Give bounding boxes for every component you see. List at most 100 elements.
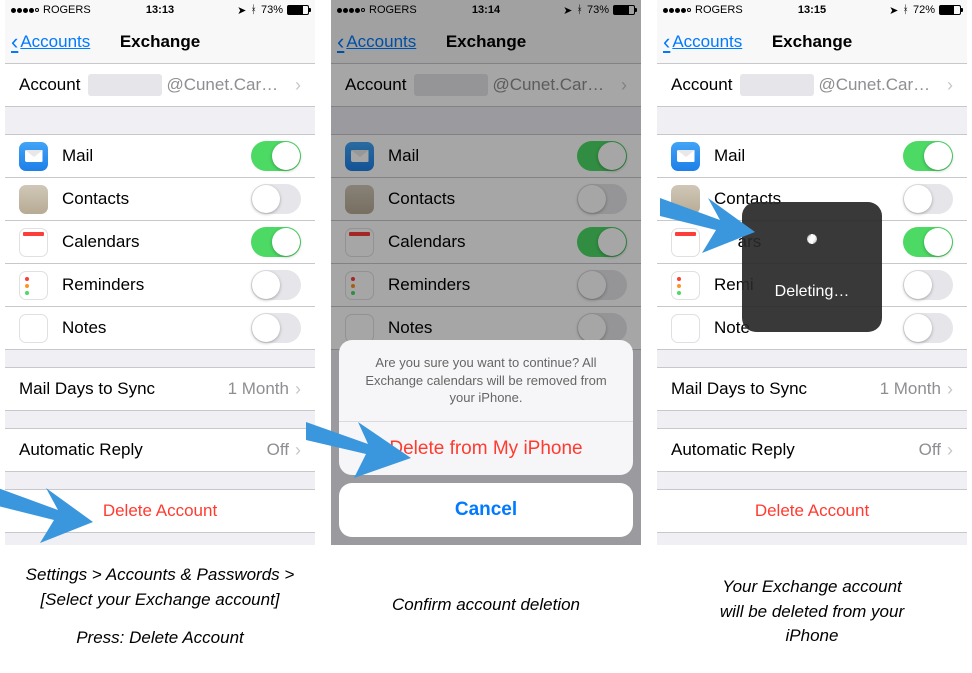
reminders-toggle[interactable] <box>903 270 953 300</box>
chevron-right-icon: › <box>295 75 301 96</box>
toggle-row-reminders: Reminders <box>5 263 315 307</box>
account-value: @Cunet.Car… <box>166 75 278 95</box>
deleting-hud: Deleting… <box>742 202 882 332</box>
screenshot-step-2: ROGERS 13:14 ➤ ᚼ 73% ‹ Accounts Exchange… <box>331 0 641 545</box>
clock: 13:15 <box>798 4 826 16</box>
mail-icon <box>671 142 700 171</box>
battery-icon <box>939 5 961 15</box>
battery-icon <box>613 5 635 15</box>
nav-bar: ‹ Accounts Exchange <box>331 20 641 64</box>
page-title: Exchange <box>120 32 200 52</box>
action-sheet: Are you sure you want to continue? All E… <box>339 340 633 537</box>
calendars-toggle[interactable] <box>903 227 953 257</box>
nav-bar: ‹ Accounts Exchange <box>657 20 967 64</box>
location-icon: ➤ <box>563 4 572 17</box>
automatic-reply-row[interactable]: Automatic Reply Off › <box>5 428 315 472</box>
carrier-label: ROGERS <box>369 4 417 16</box>
back-label: Accounts <box>346 32 416 52</box>
automatic-reply-row[interactable]: Automatic Reply Off › <box>657 428 967 472</box>
mail-toggle[interactable] <box>251 141 301 171</box>
caption-step-1: Settings > Accounts & Passwords > [Selec… <box>26 563 295 651</box>
bluetooth-icon: ᚼ <box>250 4 257 16</box>
chevron-right-icon: › <box>621 75 627 96</box>
mail-icon <box>19 142 48 171</box>
reminders-icon <box>345 271 374 300</box>
signal-icon <box>337 8 365 13</box>
chevron-right-icon: › <box>947 75 953 96</box>
contacts-toggle[interactable] <box>577 184 627 214</box>
back-button[interactable]: ‹ Accounts <box>337 31 416 53</box>
chevron-right-icon: › <box>295 379 301 400</box>
back-button[interactable]: ‹ Accounts <box>11 31 90 53</box>
page-title: Exchange <box>772 32 852 52</box>
carrier-label: ROGERS <box>695 4 743 16</box>
account-row[interactable]: Account @Cunet.Car… › <box>5 63 315 107</box>
calendars-toggle[interactable] <box>577 227 627 257</box>
caption-step-2: Confirm account deletion <box>392 593 580 618</box>
reminders-toggle[interactable] <box>251 270 301 300</box>
mail-toggle[interactable] <box>577 141 627 171</box>
signal-icon <box>11 8 39 13</box>
notes-icon <box>19 314 48 343</box>
battery-percent: 72% <box>913 4 935 16</box>
back-button[interactable]: ‹ Accounts <box>663 31 742 53</box>
toggle-row-mail: Mail <box>5 134 315 178</box>
mail-icon <box>345 142 374 171</box>
spinner-icon <box>794 233 830 269</box>
battery-icon <box>287 5 309 15</box>
chevron-left-icon: ‹ <box>663 31 670 53</box>
clock: 13:13 <box>146 4 174 16</box>
mail-days-sync-row[interactable]: Mail Days to Sync 1 Month › <box>657 367 967 411</box>
signal-icon <box>663 8 691 13</box>
reminders-icon <box>671 271 700 300</box>
reminders-icon <box>19 271 48 300</box>
sheet-message: Are you sure you want to continue? All E… <box>339 340 633 421</box>
account-row[interactable]: Account @Cunet.Car… › <box>331 63 641 107</box>
contacts-toggle[interactable] <box>251 184 301 214</box>
caption-step-3: Your Exchange account will be deleted fr… <box>720 575 904 649</box>
mail-toggle[interactable] <box>903 141 953 171</box>
location-icon: ➤ <box>237 4 246 17</box>
delete-account-button[interactable]: Delete Account <box>5 489 315 533</box>
cancel-button[interactable]: Cancel <box>339 483 633 537</box>
nav-bar: ‹ Accounts Exchange <box>5 20 315 64</box>
hud-label: Deleting… <box>775 283 850 301</box>
redacted-email-prefix <box>88 74 162 96</box>
chevron-right-icon: › <box>947 440 953 461</box>
reminders-toggle[interactable] <box>577 270 627 300</box>
page-title: Exchange <box>446 32 526 52</box>
delete-from-iphone-button[interactable]: Delete from My iPhone <box>339 421 633 475</box>
calendars-icon <box>19 228 48 257</box>
delete-account-button[interactable]: Delete Account <box>657 489 967 533</box>
carrier-label: ROGERS <box>43 4 91 16</box>
calendars-toggle[interactable] <box>251 227 301 257</box>
calendars-icon <box>345 228 374 257</box>
notes-icon <box>671 314 700 343</box>
calendars-icon <box>671 228 700 257</box>
toggle-row-notes: Notes <box>5 306 315 350</box>
back-label: Accounts <box>20 32 90 52</box>
battery-percent: 73% <box>261 4 283 16</box>
battery-percent: 73% <box>587 4 609 16</box>
bluetooth-icon: ᚼ <box>902 4 909 16</box>
contacts-toggle[interactable] <box>903 184 953 214</box>
status-bar: ROGERS 13:13 ➤ ᚼ 73% <box>5 0 315 20</box>
mail-days-sync-row[interactable]: Mail Days to Sync 1 Month › <box>5 367 315 411</box>
toggle-row-calendars: Calendars <box>5 220 315 264</box>
notes-toggle[interactable] <box>251 313 301 343</box>
bluetooth-icon: ᚼ <box>576 4 583 16</box>
redacted-email-prefix <box>414 74 488 96</box>
notes-icon <box>345 314 374 343</box>
contacts-icon <box>345 185 374 214</box>
sync-toggles-group: Mail Contacts Calendars Reminders Notes <box>331 135 641 350</box>
chevron-right-icon: › <box>947 379 953 400</box>
toggle-row-contacts: Contacts <box>5 177 315 221</box>
screenshot-step-3: ROGERS 13:15 ➤ ᚼ 72% ‹ Accounts Exchange… <box>657 0 967 545</box>
sync-toggles-group: Mail Contacts Calendars Reminders Notes <box>5 135 315 350</box>
redacted-email-prefix <box>740 74 814 96</box>
account-row[interactable]: Account @Cunet.Car… › <box>657 63 967 107</box>
notes-toggle[interactable] <box>577 313 627 343</box>
screenshot-step-1: ROGERS 13:13 ➤ ᚼ 73% ‹ Accounts Exchange… <box>5 0 315 545</box>
notes-toggle[interactable] <box>903 313 953 343</box>
chevron-left-icon: ‹ <box>11 31 18 53</box>
